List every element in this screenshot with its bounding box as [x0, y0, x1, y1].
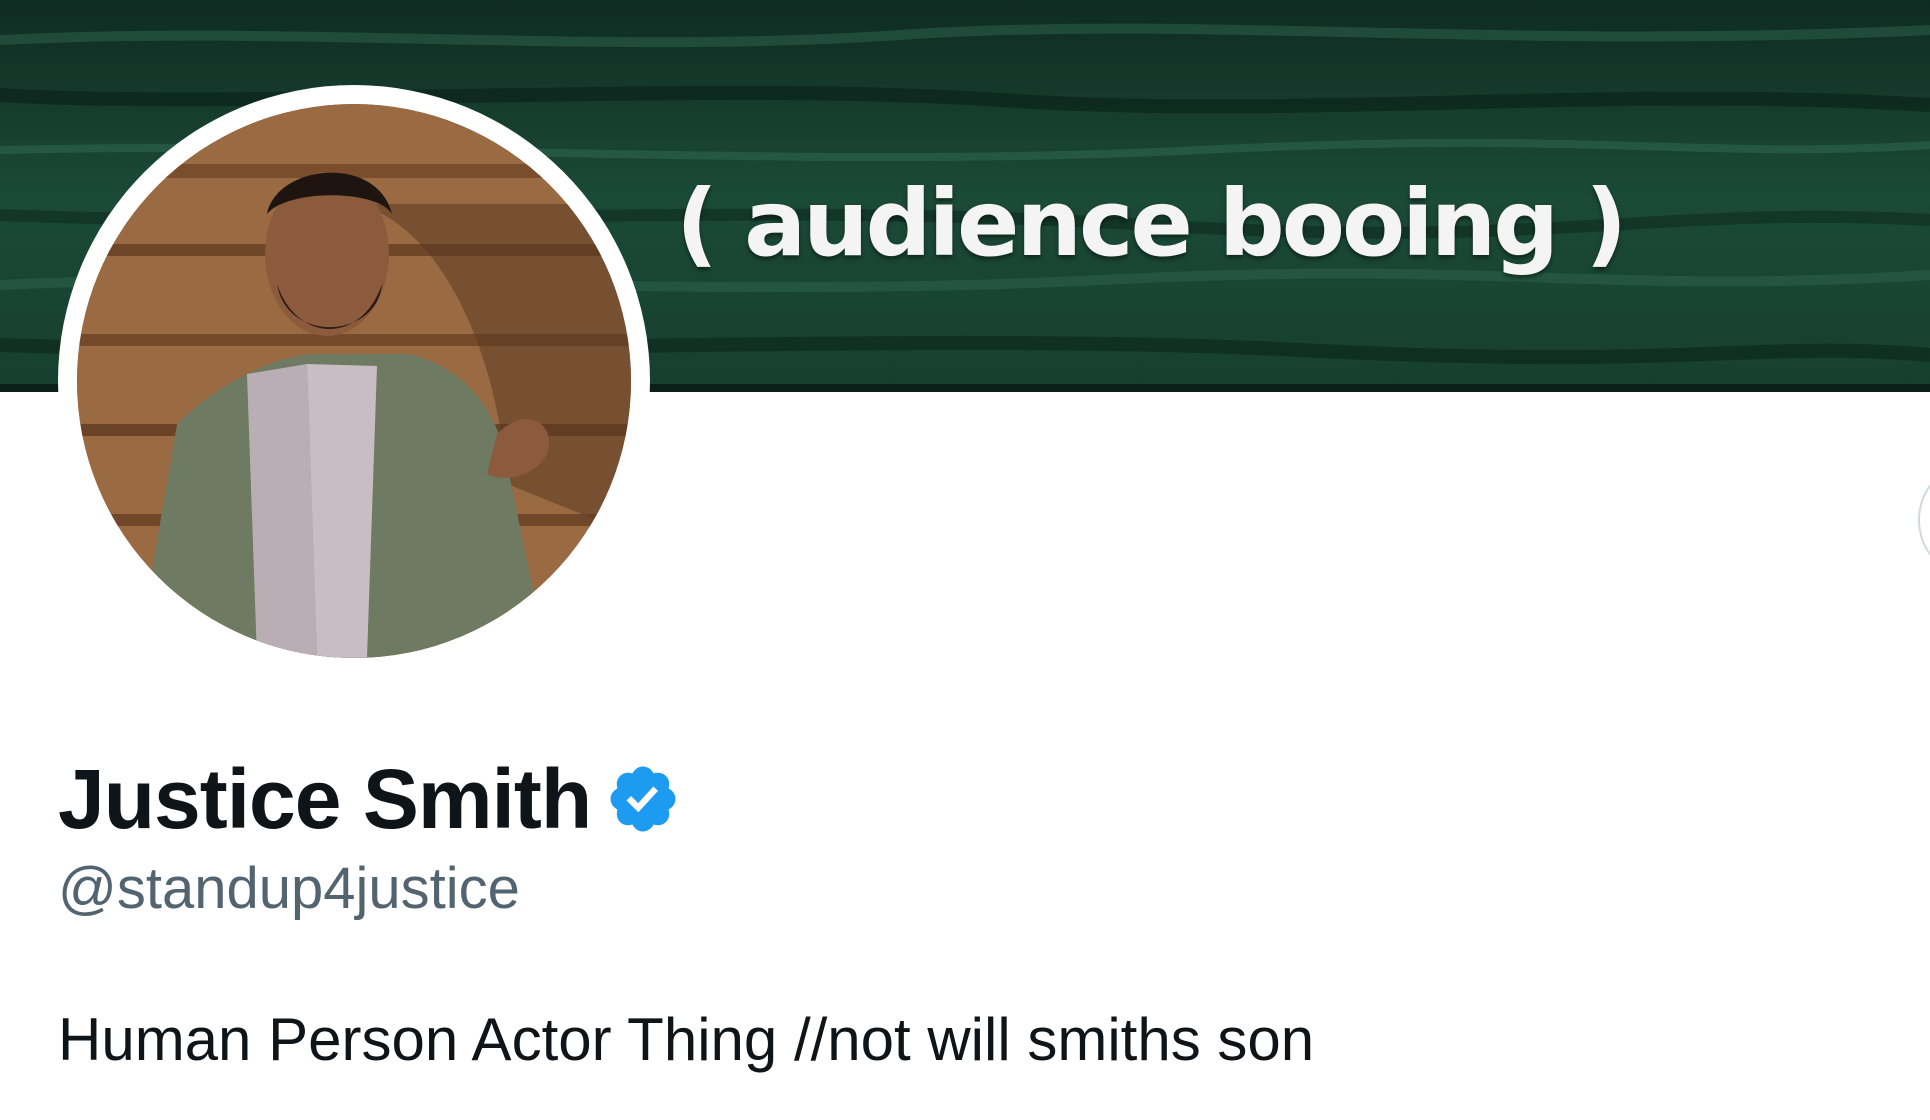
display-name: Justice Smith	[58, 751, 592, 846]
verified-badge-icon[interactable]	[605, 761, 681, 837]
edge-button[interactable]	[1918, 470, 1930, 570]
profile-bio: Human Person Actor Thing //not will smit…	[58, 1006, 1315, 1073]
avatar[interactable]	[77, 104, 631, 658]
name-row: Justice Smith	[58, 744, 681, 854]
avatar-photo	[77, 104, 631, 658]
profile-page: ( audience booing ) Justice Smith @stand…	[0, 0, 1930, 1120]
user-handle: @standup4justice	[58, 856, 520, 921]
banner-caption: ( audience booing )	[676, 170, 1627, 277]
